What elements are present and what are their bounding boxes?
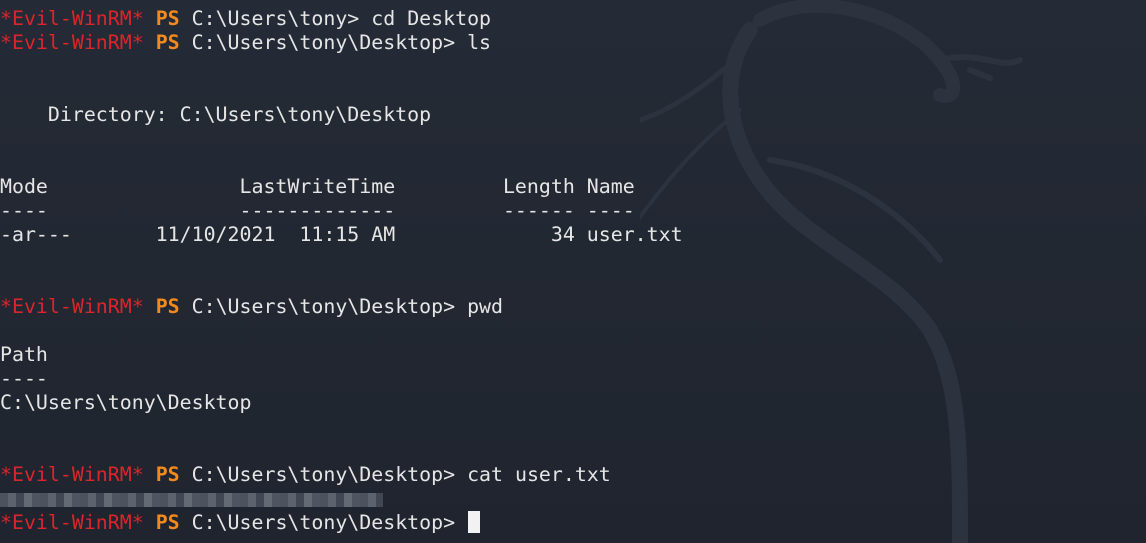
output-line: ---- ------------- ------ ---- [0,199,635,222]
prompt-prefix: *Evil-WinRM* [0,463,144,486]
prompt-line: *Evil-WinRM* PS C:\Users\tony\Desktop> l… [0,31,683,55]
prompt-ps: PS [155,511,180,534]
prompt-ps: PS [155,463,180,486]
prompt-line: *Evil-WinRM* PS C:\Users\tony> cd Deskto… [0,7,683,31]
prompt-path: C:\Users\tony\Desktop> [191,295,456,318]
output-line: -ar--- 11/10/2021 11:15 AM 34 user.txt [0,223,683,246]
prompt-path: C:\Users\tony\Desktop> [191,463,456,486]
terminal-output: *Evil-WinRM* PS C:\Users\tony> cd Deskto… [0,7,683,535]
redacted-output-line [0,487,683,511]
prompt-line: *Evil-WinRM* PS C:\Users\tony\Desktop> c… [0,463,683,487]
output-line: Path [0,343,48,366]
output-line: C:\Users\tony\Desktop [0,391,252,414]
terminal-window[interactable]: *Evil-WinRM* PS C:\Users\tony> cd Deskto… [0,0,1146,543]
prompt-prefix: *Evil-WinRM* [0,31,144,54]
prompt-prefix: *Evil-WinRM* [0,511,144,534]
redacted-flag [0,492,383,507]
command-text: ls [467,31,492,54]
prompt-prefix: *Evil-WinRM* [0,7,144,30]
prompt-ps: PS [155,31,180,54]
prompt-prefix: *Evil-WinRM* [0,295,144,318]
output-line: Directory: C:\Users\tony\Desktop [0,103,432,126]
output-line: ---- [0,367,48,390]
kali-dragon-watermark-icon [640,0,1023,543]
prompt-line: *Evil-WinRM* PS C:\Users\tony\Desktop> [0,511,683,535]
output-line: Mode LastWriteTime Length Name [0,175,635,198]
prompt-ps: PS [155,7,180,30]
prompt-line: *Evil-WinRM* PS C:\Users\tony\Desktop> p… [0,295,683,319]
terminal-cursor[interactable] [468,511,481,533]
prompt-path: C:\Users\tony> [191,7,360,30]
command-text: cd Desktop [371,7,492,30]
command-text: cat user.txt [467,463,611,486]
prompt-ps: PS [155,295,180,318]
prompt-path: C:\Users\tony\Desktop> [191,31,456,54]
command-text: pwd [467,295,504,318]
prompt-path: C:\Users\tony\Desktop> [191,511,456,534]
